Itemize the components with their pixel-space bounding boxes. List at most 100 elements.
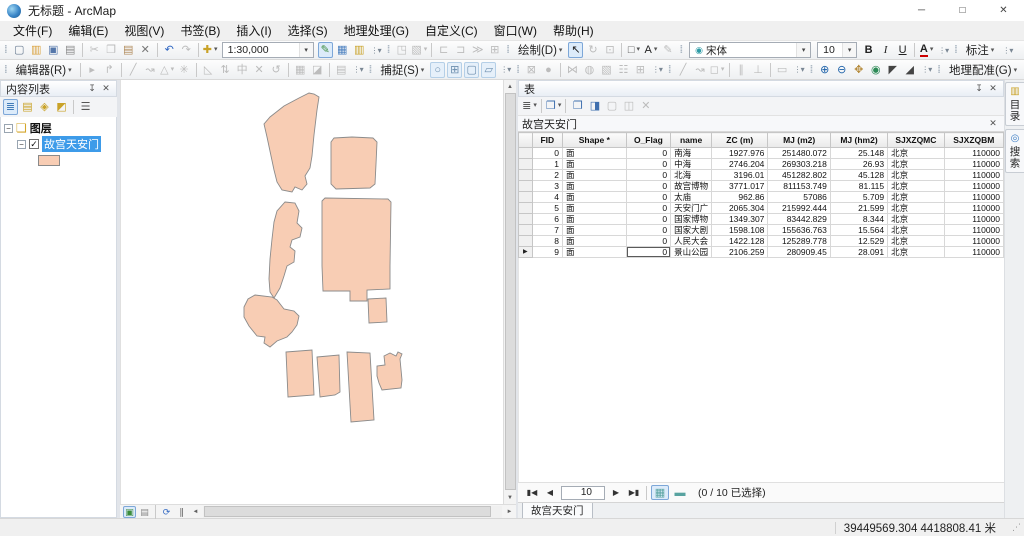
table-options-button[interactable]: ≣▾ [522, 98, 537, 114]
layer-name-selected[interactable]: 故宫天安门 [42, 136, 101, 152]
table-pin-icon[interactable]: ↧ [972, 83, 986, 94]
cell[interactable]: 215992.444 [768, 203, 830, 214]
font-color-button[interactable]: A▾ [919, 42, 934, 58]
save-button[interactable]: ▣ [46, 42, 61, 58]
cell[interactable]: 57086 [768, 192, 830, 203]
toolbar-grip[interactable]: ⁞ [506, 44, 510, 56]
collapse-icon[interactable]: − [17, 140, 26, 149]
toc-root-row[interactable]: − ❏ 图层 [1, 120, 116, 136]
toc-root-label[interactable]: 图层 [30, 120, 52, 136]
cell[interactable]: 3771.017 [712, 181, 768, 192]
cell[interactable]: 9 [532, 247, 562, 258]
cell[interactable]: 251480.072 [768, 148, 830, 159]
toolbar-overflow-button[interactable]: ⋮▾ [500, 65, 510, 74]
toc-layer-row[interactable]: − ✓ 故宫天安门 [1, 136, 116, 152]
previous-record-button[interactable]: ◀ [542, 486, 558, 500]
cell[interactable]: 2746.204 [712, 159, 768, 170]
cell[interactable]: 北京 [888, 159, 944, 170]
toolbar-overflow-button[interactable]: ⋮▾ [371, 46, 381, 55]
edit-annotation-tool[interactable]: ↱ [102, 62, 117, 78]
cell[interactable]: 国家大剧 [671, 225, 712, 236]
cogo-curve-tool[interactable]: ↝ [693, 62, 708, 78]
pan-tool[interactable]: ✥ [851, 62, 866, 78]
cell[interactable]: 451282.802 [768, 170, 830, 181]
cell[interactable]: 110000 [944, 159, 1003, 170]
cell[interactable]: 中海 [671, 159, 712, 170]
catalog-tab[interactable]: ▥目录 [1005, 82, 1024, 126]
maximize-button[interactable]: □ [942, 0, 983, 22]
scroll-right-button[interactable]: ► [503, 506, 516, 518]
column-header-Shape-[interactable]: Shape * [563, 133, 627, 148]
cell[interactable]: 3 [532, 181, 562, 192]
cell[interactable]: 28.091 [830, 247, 887, 258]
combo-dropdown-icon[interactable]: ▾ [796, 43, 810, 57]
cell[interactable]: 811153.749 [768, 181, 830, 192]
show-selected-records-button[interactable]: ▬ [671, 485, 689, 500]
zoom-to-element-tool[interactable]: ⊡ [602, 42, 617, 58]
toolbar-grip[interactable]: ⁞ [937, 64, 941, 76]
cell[interactable]: 3196.01 [712, 170, 768, 181]
zoom-in-tool[interactable]: ⊕ [817, 62, 832, 78]
font-size-combo[interactable]: 10▾ [817, 42, 857, 58]
menu-geoprocessing[interactable]: 地理处理(G) [336, 21, 417, 41]
map-polygon-tiananmen-square[interactable] [317, 355, 340, 397]
topology-tool-1[interactable]: ⊏ [436, 42, 451, 58]
map-vertical-scrollbar[interactable]: ▲ ▼ [503, 80, 516, 504]
cell[interactable]: 北京 [888, 170, 944, 181]
cell[interactable]: 面 [563, 159, 627, 170]
cell[interactable]: 北京 [888, 203, 944, 214]
point-snapping-toggle[interactable]: ○ [430, 62, 445, 78]
cell[interactable]: 北京 [888, 192, 944, 203]
menu-help[interactable]: 帮助(H) [545, 21, 602, 41]
scroll-down-button[interactable]: ▼ [504, 491, 517, 504]
next-record-button[interactable]: ▶ [608, 486, 624, 500]
cell[interactable]: 面 [563, 148, 627, 159]
toc-pin-icon[interactable]: ↧ [85, 83, 99, 94]
attributes-button[interactable]: ▦ [293, 62, 308, 78]
toc-close-icon[interactable]: ✕ [99, 83, 113, 94]
map-polygon-jingshan-park[interactable] [331, 137, 377, 189]
row-selector-header[interactable] [519, 133, 533, 148]
cell[interactable]: 0 [626, 170, 670, 181]
cell[interactable]: 45.128 [830, 170, 887, 181]
menu-selection[interactable]: 选择(S) [280, 21, 336, 41]
font-family-combo[interactable]: ◉宋体▾ [689, 42, 811, 58]
straight-segment-tool[interactable]: ╱ [126, 62, 141, 78]
cell[interactable]: 天安门广 [671, 203, 712, 214]
cell[interactable]: 1598.108 [712, 225, 768, 236]
map-polygon-zhonghai[interactable] [269, 202, 302, 298]
map-canvas[interactable]: ▲ ▼ [120, 80, 516, 504]
cell[interactable]: 景山公园 [671, 247, 712, 258]
proportion-tool[interactable]: ⊥ [751, 62, 766, 78]
cad-transform-tool-2[interactable]: ◍ [582, 62, 597, 78]
layer-visibility-checkbox[interactable]: ✓ [29, 139, 39, 149]
cell[interactable]: 110000 [944, 214, 1003, 225]
clear-selection-button[interactable]: ▢ [604, 98, 619, 114]
fixed-zoom-out-button[interactable]: ◢ [902, 62, 917, 78]
cell[interactable]: 0 [626, 159, 670, 170]
toolbar-overflow-button[interactable]: ⋮▾ [1002, 46, 1012, 55]
related-tables-button[interactable]: ❒▾ [546, 98, 561, 114]
cell[interactable]: 4 [532, 192, 562, 203]
menu-edit[interactable]: 编辑(E) [60, 21, 116, 41]
draw-menu-button[interactable]: 绘制(D)▾ [513, 41, 567, 59]
layout-view-button[interactable]: ▤ [138, 506, 151, 518]
menu-file[interactable]: 文件(F) [5, 21, 60, 41]
row-selector[interactable] [519, 225, 533, 236]
cut-polygons-tool[interactable]: ✕ [252, 62, 267, 78]
menu-bookmarks[interactable]: 书签(B) [172, 21, 228, 41]
cell[interactable]: 面 [563, 181, 627, 192]
cell[interactable]: 面 [563, 225, 627, 236]
parallel-offset-tool[interactable]: ∥ [734, 62, 749, 78]
row-selector[interactable] [519, 148, 533, 159]
cell[interactable]: 面 [563, 214, 627, 225]
print-button[interactable]: ▤ [63, 42, 78, 58]
cell[interactable]: 0 [626, 181, 670, 192]
cell[interactable]: 269303.218 [768, 159, 830, 170]
cell[interactable]: 110000 [944, 170, 1003, 181]
map-polygon-beihai[interactable] [264, 93, 319, 192]
toolbar-overflow-button[interactable]: ⋮▾ [938, 46, 948, 55]
italic-button[interactable]: I [878, 42, 893, 58]
cell[interactable]: 110000 [944, 192, 1003, 203]
end-snapping-toggle[interactable]: ⊞ [447, 62, 462, 78]
